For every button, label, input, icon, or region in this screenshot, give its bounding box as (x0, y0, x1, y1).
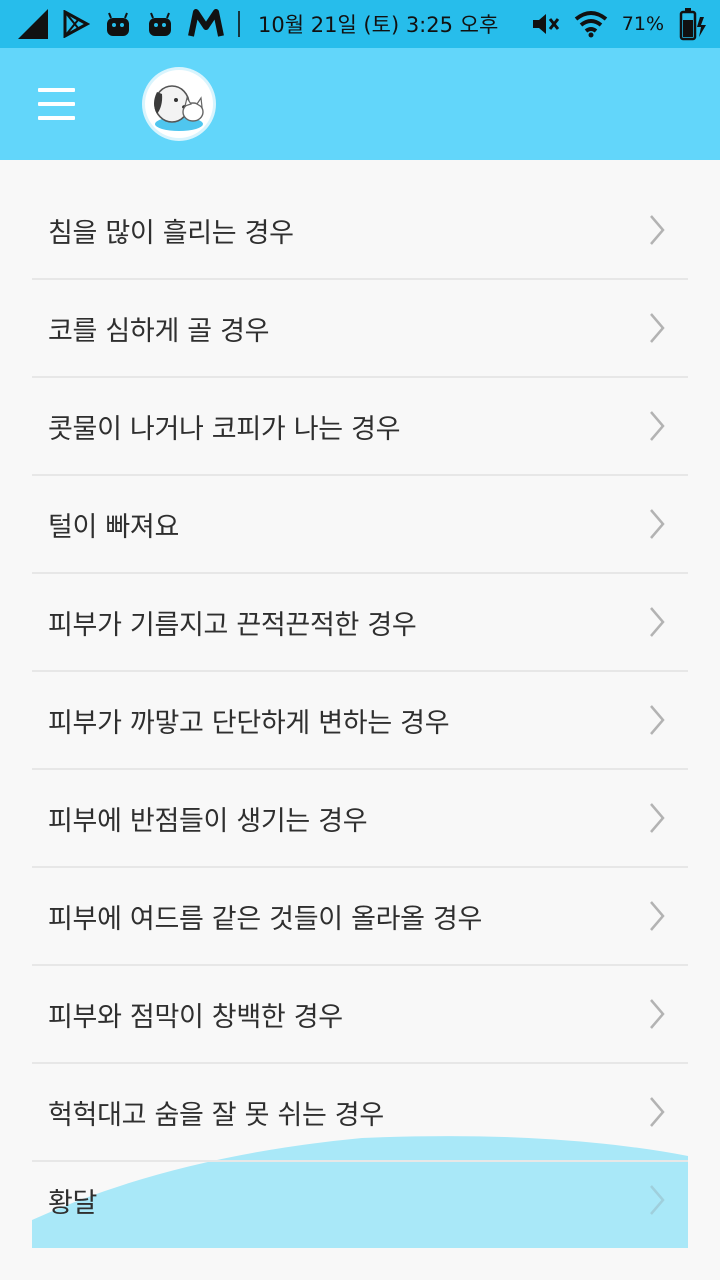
chevron-right-icon (650, 607, 665, 637)
list-item[interactable]: 털이 빠져요 (32, 476, 688, 574)
chevron-right-icon (650, 411, 665, 441)
app-bar (0, 48, 720, 160)
list-item[interactable]: 피부가 기름지고 끈적끈적한 경우 (32, 574, 688, 672)
list-item[interactable]: 피부에 반점들이 생기는 경우 (32, 770, 688, 868)
chevron-right-icon (650, 1185, 665, 1215)
list-item[interactable]: 피부에 여드름 같은 것들이 올라올 경우 (32, 868, 688, 966)
dog-cat-logo-icon[interactable] (145, 70, 213, 138)
list-item[interactable]: 침을 많이 흘리는 경우 (32, 182, 688, 280)
menu-line (38, 116, 75, 120)
chevron-right-icon (650, 999, 665, 1029)
chevron-right-icon (650, 313, 665, 343)
signal-icon (18, 9, 48, 39)
list-item-label: 피부가 까맣고 단단하게 변하는 경우 (48, 707, 450, 739)
chevron-right-icon (650, 215, 665, 245)
logo-illustration (154, 85, 204, 131)
list-item-label: 털이 빠져요 (48, 511, 179, 543)
battery-percent: 71% (621, 13, 664, 35)
list-item[interactable]: 피부와 점막이 창백한 경우 (32, 966, 688, 1064)
list-item-label: 코를 심하게 골 경우 (48, 315, 270, 347)
list-item[interactable]: 피부가 까맣고 단단하게 변하는 경우 (32, 672, 688, 770)
android-icon (107, 12, 129, 36)
list-item[interactable]: 황달 (32, 1152, 688, 1248)
list-item-label: 피부에 여드름 같은 것들이 올라올 경우 (48, 903, 483, 935)
chevron-right-icon (650, 509, 665, 539)
symptom-list: 침을 많이 흘리는 경우 코를 심하게 골 경우 콧물이 나거나 코피가 나는 … (32, 182, 688, 1162)
chevron-right-icon (650, 901, 665, 931)
status-divider (238, 11, 240, 37)
status-bar-right: 71% (530, 0, 708, 48)
list-item-label: 피부에 반점들이 생기는 경우 (48, 805, 368, 837)
hamburger-menu-icon[interactable] (30, 78, 82, 130)
m-app-icon (188, 9, 224, 37)
status-bar: 10월 21일 (토) 3:25 오후 71% (0, 0, 720, 48)
wifi-icon (574, 11, 608, 38)
list-item-label: 콧물이 나거나 코피가 나는 경우 (48, 413, 401, 445)
list-item-label: 헉헉대고 숨을 잘 못 쉬는 경우 (48, 1099, 384, 1131)
play-store-icon (63, 10, 90, 38)
list-item-label: 피부가 기름지고 끈적끈적한 경우 (48, 609, 417, 641)
android-icon (149, 12, 171, 36)
list-item[interactable]: 헉헉대고 숨을 잘 못 쉬는 경우 (32, 1064, 688, 1162)
status-bar-left: 10월 21일 (토) 3:25 오후 (18, 0, 498, 48)
chevron-right-icon (650, 803, 665, 833)
battery-charging-icon (679, 8, 706, 41)
list-item-label: 침을 많이 흘리는 경우 (48, 217, 294, 249)
status-date-time: 10월 21일 (토) 3:25 오후 (258, 13, 499, 37)
mute-icon (532, 14, 559, 34)
list-item-label: 피부와 점막이 창백한 경우 (48, 1001, 343, 1033)
list-item[interactable]: 코를 심하게 골 경우 (32, 280, 688, 378)
menu-line (38, 102, 75, 106)
chevron-right-icon (650, 1097, 665, 1127)
list-item-label: 황달 (48, 1187, 98, 1219)
list-item[interactable]: 콧물이 나거나 코피가 나는 경우 (32, 378, 688, 476)
menu-line (38, 88, 75, 92)
chevron-right-icon (650, 705, 665, 735)
